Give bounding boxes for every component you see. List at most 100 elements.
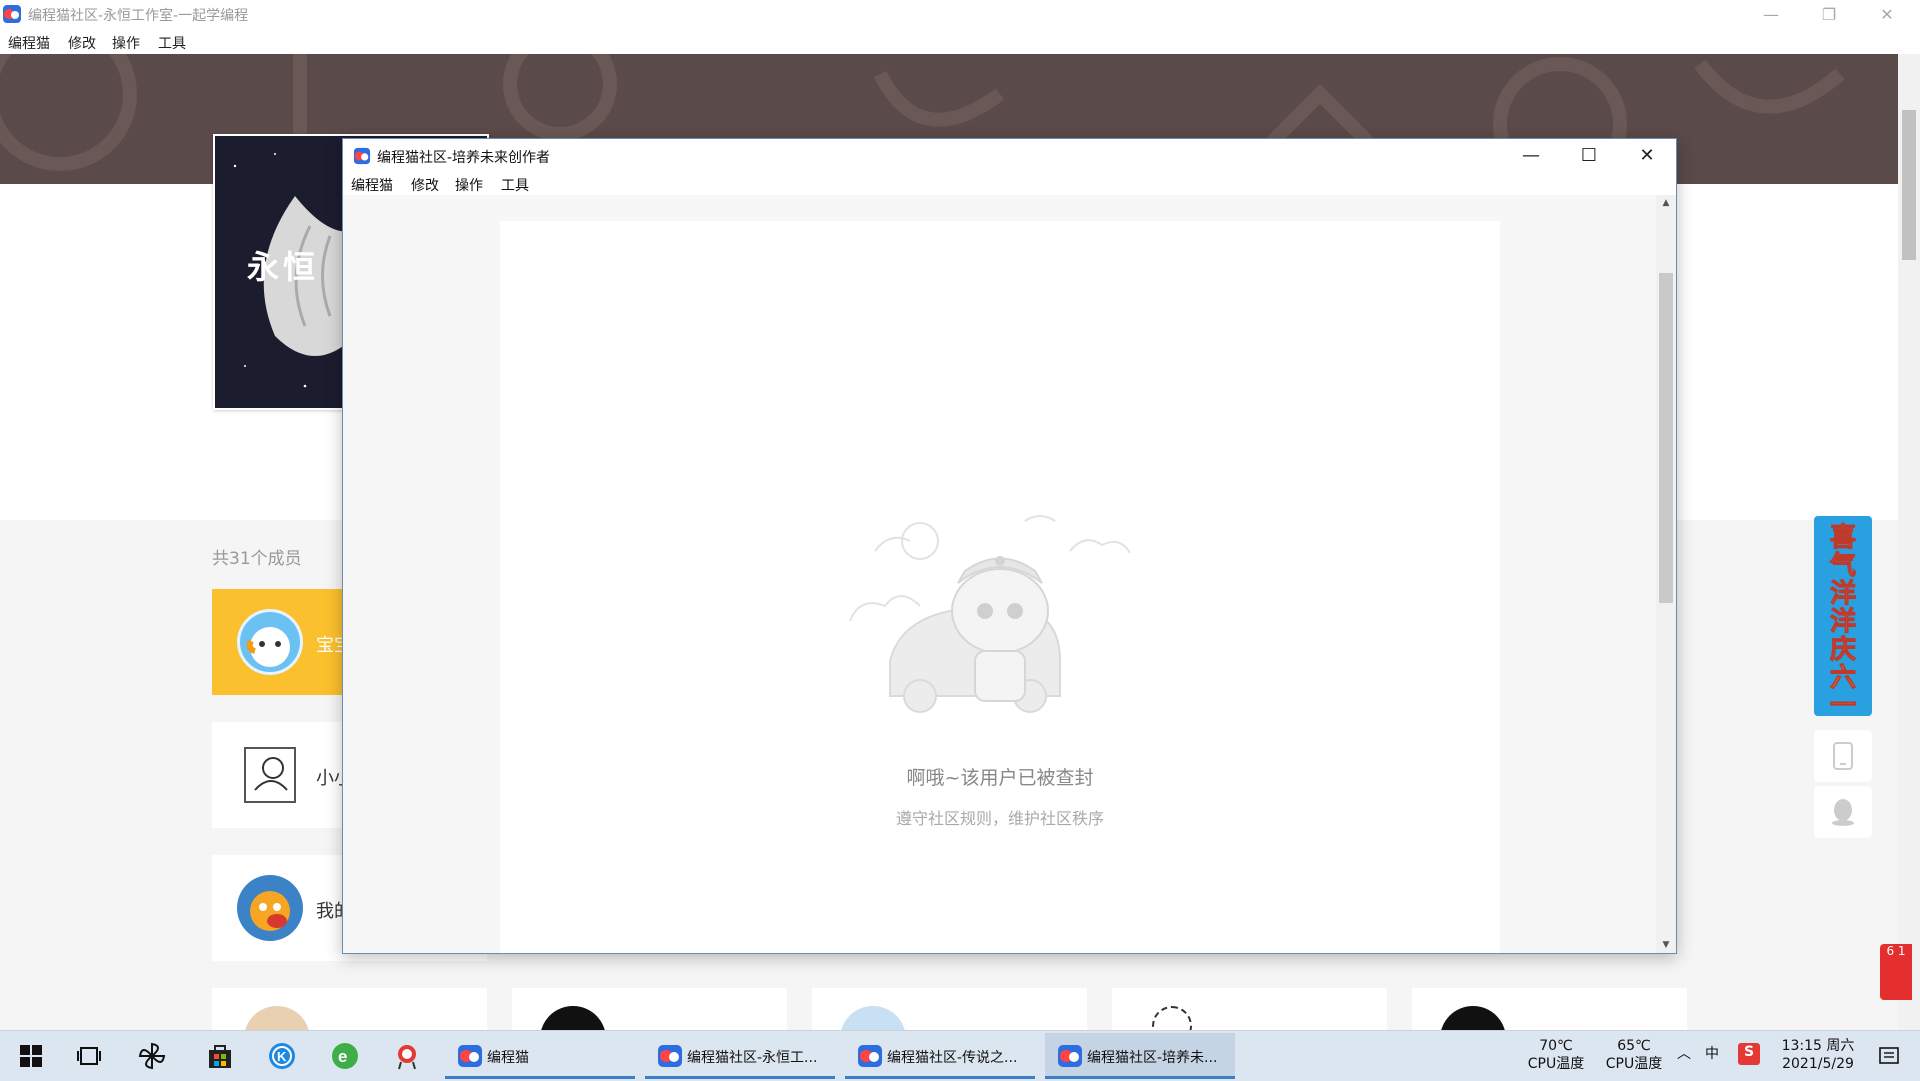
sogou-input-button[interactable]: S: [1738, 1043, 1760, 1065]
member-count: 共31个成员: [212, 549, 302, 569]
taskbar-app-future-creators[interactable]: 编程猫社区-培养未...: [1045, 1033, 1235, 1079]
pinwheel-icon: [138, 1042, 166, 1070]
close-button[interactable]: ✕: [1858, 0, 1916, 28]
maximize-icon: ☐: [1580, 144, 1598, 166]
kugou-icon: K: [269, 1043, 295, 1069]
store-bag-icon: [209, 1045, 231, 1068]
member-card[interactable]: [212, 988, 487, 1030]
close-icon: ✕: [1880, 4, 1894, 24]
member-card[interactable]: [1412, 988, 1687, 1030]
qq-icon: [1832, 799, 1854, 826]
member-card[interactable]: [512, 988, 787, 1030]
minimize-icon: —: [1522, 144, 1540, 166]
chevron-up-icon: ︿: [1677, 1046, 1691, 1062]
popup-content: 啊哦~该用户已被查封 遵守社区规则，维护社区秩序: [343, 195, 1656, 953]
clock-time: 13:15 周六: [1781, 1038, 1855, 1054]
main-window-title: 编程猫社区-永恒工作室-一起学编程: [28, 8, 249, 24]
popup-scrollbar-thumb[interactable]: [1659, 273, 1673, 603]
kugou-button[interactable]: K: [267, 1041, 297, 1071]
popup-scrollbar[interactable]: ▲ ▼: [1656, 195, 1676, 953]
start-button[interactable]: [16, 1041, 46, 1071]
windows-logo-icon: [20, 1045, 42, 1067]
avatar: [237, 742, 303, 808]
minimize-button[interactable]: —: [1742, 0, 1800, 28]
browser-e-icon: e: [332, 1043, 358, 1069]
popup-minimize-button[interactable]: —: [1502, 139, 1560, 171]
menu-codemao[interactable]: 编程猫: [351, 175, 393, 195]
popup-maximize-button[interactable]: ☐: [1560, 139, 1618, 171]
banned-user-panel: 啊哦~该用户已被查封 遵守社区规则，维护社区秩序: [500, 221, 1500, 953]
childrens-day-promo-banner[interactable]: 喜气洋洋庆六一: [1814, 516, 1872, 716]
codemao-editor-icon: [398, 1045, 416, 1070]
taskbar-app-legend[interactable]: 编程猫社区-传说之...: [845, 1033, 1035, 1079]
taskbar-app-underline: [645, 1076, 835, 1079]
ban-message-title: 啊哦~该用户已被查封: [906, 767, 1094, 789]
minimize-icon: —: [1763, 4, 1779, 24]
qq-button[interactable]: [1814, 786, 1872, 838]
cpu-temp-1-value: 70℃: [1539, 1038, 1573, 1054]
menu-edit[interactable]: 修改: [411, 175, 439, 195]
avatar: [237, 875, 303, 941]
codemao-app-icon: [1058, 1045, 1082, 1067]
page-scrollbar-thumb[interactable]: [1902, 110, 1916, 260]
avatar: [1440, 1006, 1506, 1030]
menu-operation[interactable]: 操作: [112, 33, 140, 53]
popup-window: 编程猫社区-培养未来创作者 — ☐ ✕ 编程猫 修改 操作 工具 啊哦~该用户已…: [342, 138, 1677, 954]
menu-tools[interactable]: 工具: [501, 175, 529, 195]
taskbar-app-label: 编程猫社区-永恒工...: [687, 1050, 818, 1066]
cpu-temp-2[interactable]: 65℃ CPU温度: [1598, 1037, 1670, 1073]
menu-edit[interactable]: 修改: [68, 33, 96, 53]
windows-taskbar: K e 编程猫 编程猫社区-永恒工... 编程猫社区-传说之... 编程猫社区-…: [0, 1030, 1920, 1081]
cpu-temp-1[interactable]: 70℃ CPU温度: [1520, 1037, 1592, 1073]
avatar: [840, 1006, 906, 1030]
restore-button[interactable]: ❐: [1800, 0, 1858, 28]
clock[interactable]: 13:15 周六 2021/5/29: [1772, 1037, 1864, 1073]
popup-close-button[interactable]: ✕: [1618, 139, 1676, 171]
codemao-app-icon: [353, 147, 371, 165]
ime-indicator[interactable]: 中: [1700, 1045, 1724, 1063]
phone-icon: [1833, 742, 1853, 770]
member-card[interactable]: [812, 988, 1087, 1030]
svg-text:K: K: [277, 1049, 287, 1064]
svg-text:e: e: [338, 1047, 347, 1066]
avatar: [1152, 1006, 1192, 1030]
cpu-temp-2-value: 65℃: [1617, 1038, 1651, 1054]
notification-center-button[interactable]: [1874, 1041, 1904, 1071]
avatar: [540, 1006, 606, 1030]
member-card[interactable]: [1112, 988, 1387, 1030]
red-promo-badge[interactable]: 6 1: [1880, 944, 1912, 1000]
main-menubar: 编程猫 修改 操作 工具: [0, 28, 1920, 54]
taskbar-app-label: 编程猫: [487, 1050, 529, 1066]
taskbar-app-label: 编程猫社区-培养未...: [1087, 1050, 1218, 1066]
taskbar-app-eternal-studio[interactable]: 编程猫社区-永恒工...: [645, 1033, 835, 1079]
taskbar-app-underline: [1045, 1076, 1235, 1079]
cpu-temp-1-label: CPU温度: [1527, 1056, 1585, 1072]
main-window-titlebar: 编程猫社区-永恒工作室-一起学编程 — ❐ ✕: [0, 0, 1920, 28]
taskbar-app-underline: [445, 1076, 635, 1079]
scroll-up-arrow-icon[interactable]: ▲: [1656, 195, 1676, 211]
codemao-app-icon: [458, 1045, 482, 1067]
notification-icon: [1879, 1047, 1899, 1064]
task-view-button[interactable]: [74, 1041, 104, 1071]
cpu-temp-2-label: CPU温度: [1605, 1056, 1663, 1072]
promo-text: 喜气洋洋庆六一: [1829, 523, 1856, 717]
store-button[interactable]: [205, 1041, 235, 1071]
avatar: [237, 609, 303, 675]
close-icon: ✕: [1639, 144, 1655, 166]
browser-button[interactable]: e: [330, 1041, 360, 1071]
codemao-editor-button[interactable]: [392, 1041, 422, 1071]
codemao-app-icon: [858, 1045, 882, 1067]
pinwheel-app-button[interactable]: [137, 1041, 167, 1071]
police-cat-illustration: [849, 515, 1131, 713]
menu-operation[interactable]: 操作: [455, 175, 483, 195]
task-view-icon: [77, 1047, 101, 1065]
taskbar-app-codemao[interactable]: 编程猫: [445, 1033, 635, 1079]
taskbar-app-underline: [845, 1076, 1035, 1079]
menu-codemao[interactable]: 编程猫: [8, 33, 50, 53]
menu-tools[interactable]: 工具: [158, 33, 186, 53]
mobile-app-button[interactable]: [1814, 730, 1872, 782]
scroll-down-arrow-icon[interactable]: ▼: [1656, 937, 1676, 953]
sogou-s-icon: S: [1743, 1044, 1755, 1060]
codemao-app-icon: [658, 1045, 682, 1067]
tray-overflow-button[interactable]: ︿: [1674, 1045, 1694, 1063]
